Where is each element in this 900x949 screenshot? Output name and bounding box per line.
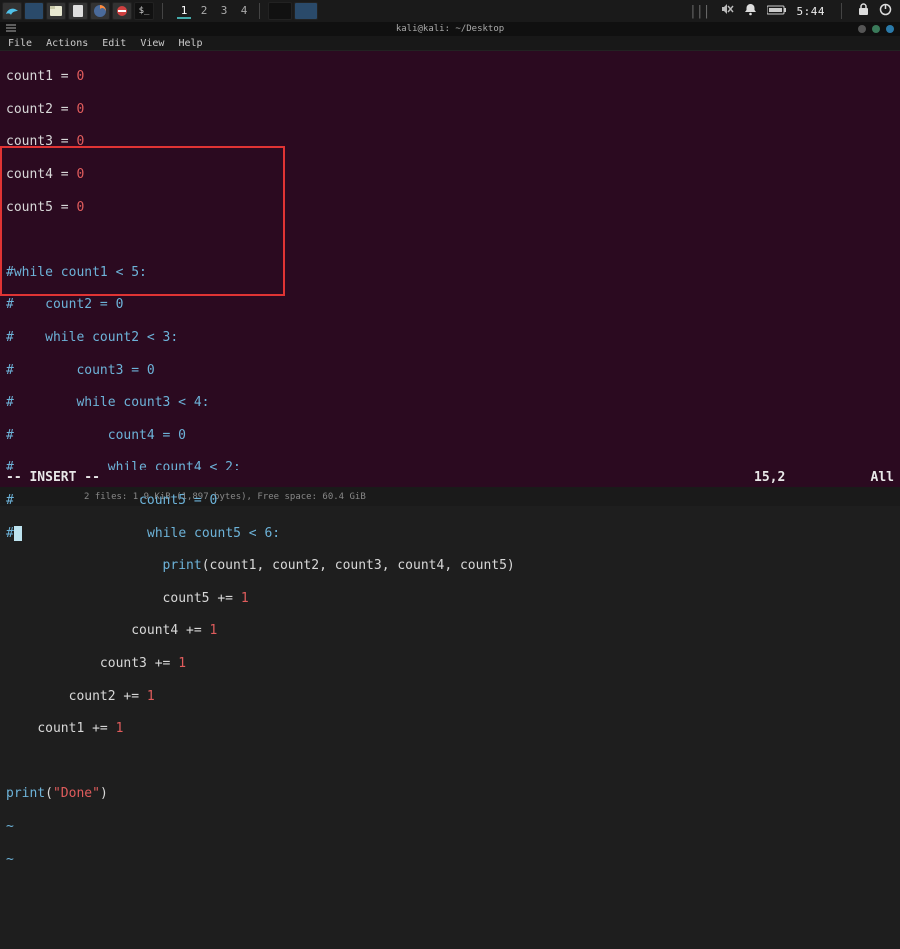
clock[interactable]: 5:44 [797, 5, 826, 18]
window-titlebar[interactable]: kali@kali: ~/Desktop [0, 22, 900, 36]
code-line: count1 += 1 [6, 721, 894, 737]
system-topbar: $_ 1 2 3 4 ||| 5:44 [0, 0, 900, 22]
window-maximize-icon[interactable] [872, 25, 880, 33]
firefox-icon[interactable] [90, 2, 110, 20]
workspace-switcher[interactable]: 1 2 3 4 [177, 4, 251, 19]
code-line: count2 = 0 [6, 102, 894, 118]
code-line: ~ [6, 852, 894, 868]
power-icon[interactable] [879, 3, 892, 20]
code-line: count5 += 1 [6, 591, 894, 607]
code-line [6, 232, 894, 248]
topbar-right-group: ||| 5:44 [689, 2, 900, 20]
code-line: ~ [6, 819, 894, 835]
code-line: count2 += 1 [6, 689, 894, 705]
topbar-left-group: $_ 1 2 3 4 [0, 2, 318, 20]
clipboard-icon[interactable] [68, 2, 88, 20]
workspace-1[interactable]: 1 [177, 4, 191, 19]
taskbar-app-icon[interactable] [294, 2, 318, 20]
workspace-3[interactable]: 3 [217, 4, 231, 19]
terminal-menubar: File Actions Edit View Help [0, 36, 900, 51]
menu-file[interactable]: File [8, 38, 32, 49]
code-line: count3 += 1 [6, 656, 894, 672]
battery-icon[interactable] [767, 5, 787, 18]
code-line: count4 += 1 [6, 623, 894, 639]
window-minimize-icon[interactable] [858, 25, 866, 33]
menu-edit[interactable]: Edit [102, 38, 126, 49]
kali-menu-icon[interactable] [2, 2, 22, 20]
audio-mute-icon[interactable] [720, 2, 734, 20]
no-entry-icon[interactable] [112, 2, 132, 20]
vim-mode: -- INSERT -- [6, 470, 100, 486]
code-line: # count3 = 0 [6, 363, 894, 379]
vim-statusline: -- INSERT -- 15,2 All [0, 470, 900, 487]
window-title: kali@kali: ~/Desktop [396, 24, 504, 34]
menu-view[interactable]: View [140, 38, 164, 49]
code-line: count5 = 0 [6, 200, 894, 216]
file-manager-icon[interactable] [46, 2, 66, 20]
window-list-icon[interactable] [24, 2, 44, 20]
notification-bell-icon[interactable] [744, 3, 757, 20]
text-cursor [14, 526, 22, 541]
code-line: # while count5 < 6: [6, 526, 894, 542]
menu-help[interactable]: Help [178, 38, 202, 49]
window-close-icon[interactable] [886, 25, 894, 33]
code-line: # count2 = 0 [6, 297, 894, 313]
code-line: print("Done") [6, 786, 894, 802]
code-line: count4 = 0 [6, 167, 894, 183]
vim-scroll-pct: All [844, 470, 894, 486]
vim-editor-pane[interactable]: count1 = 0 count2 = 0 count3 = 0 count4 … [0, 51, 900, 487]
code-line: count1 = 0 [6, 69, 894, 85]
code-line: # count4 = 0 [6, 428, 894, 444]
workspace-4[interactable]: 4 [237, 4, 251, 19]
tray-slashes: ||| [689, 4, 709, 19]
terminal-icon[interactable]: $_ [134, 2, 154, 20]
vim-cursor-pos: 15,2 [754, 470, 844, 486]
lock-icon[interactable] [858, 3, 869, 20]
code-line [6, 754, 894, 770]
workspace-2[interactable]: 2 [197, 4, 211, 19]
taskbar-terminal-icon[interactable] [268, 2, 292, 20]
code-line: print(count1, count2, count3, count4, co… [6, 558, 894, 574]
code-line: count3 = 0 [6, 134, 894, 150]
window-menu-icon[interactable] [6, 24, 16, 35]
code-line: # count5 = 0 [6, 493, 894, 509]
code-line: # while count2 < 3: [6, 330, 894, 346]
menu-actions[interactable]: Actions [46, 38, 88, 49]
code-line: # while count3 < 4: [6, 395, 894, 411]
code-line: #while count1 < 5: [6, 265, 894, 281]
